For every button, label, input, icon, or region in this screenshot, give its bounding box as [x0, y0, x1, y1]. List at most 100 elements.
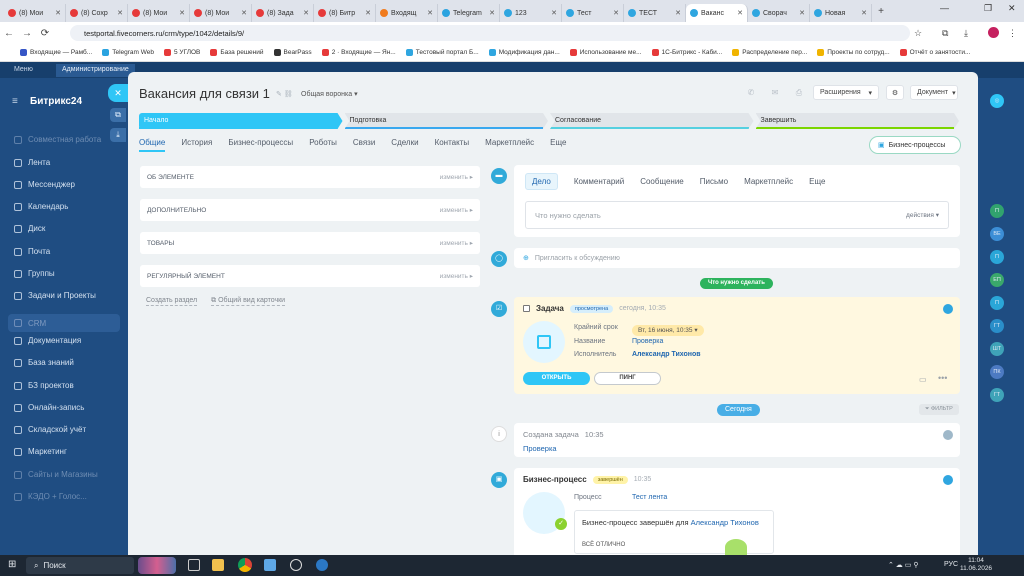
task-name-link[interactable]: Проверка [632, 338, 663, 345]
edit-title-icon[interactable]: ✎ ⛓ [276, 90, 293, 98]
bookmark-item[interactable]: Тестовый портал Б... [405, 49, 479, 56]
collapse-slider-icon[interactable]: ⤓ [110, 128, 126, 142]
funnel-selector[interactable]: Общая воронка ▾ [301, 90, 358, 98]
sidebar-item[interactable]: Диск [14, 224, 45, 233]
composer-tab[interactable]: Еще [809, 177, 825, 186]
user-avatar[interactable]: ПК [990, 365, 1004, 379]
created-task-link[interactable]: Проверка [523, 444, 557, 453]
bp-process-link[interactable]: Тест лента [632, 494, 667, 501]
section-edit-link[interactable]: изменить ▸ [440, 239, 473, 247]
section-edit-link[interactable]: изменить ▸ [440, 272, 473, 280]
filter-button[interactable]: ⏷ ФИЛЬТР [919, 404, 959, 415]
note-icon[interactable]: ▭ [919, 375, 927, 384]
tab-close-icon[interactable]: ✕ [861, 9, 867, 17]
sidebar-item[interactable]: CRM [8, 314, 120, 332]
user-avatar[interactable]: П [990, 250, 1004, 264]
bookmark-item[interactable]: Модификация дан... [488, 49, 560, 56]
browser-tab[interactable]: (8) Мои ✕ [128, 4, 190, 22]
deadline-value[interactable]: Вт, 16 июня, 10:35 ▾ [632, 325, 704, 336]
taskbar-search[interactable]: ⌕ Поиск [26, 557, 134, 574]
assignee-link[interactable]: Александр Тихонов [632, 351, 701, 358]
user-avatar[interactable]: П [990, 204, 1004, 218]
ping-button[interactable]: ПИНГ [594, 372, 661, 385]
browser-tab[interactable]: Новая ✕ [810, 4, 872, 22]
actions-dropdown[interactable]: действия ▾ [906, 211, 939, 219]
tab-close-icon[interactable]: ✕ [117, 9, 123, 17]
search-highlight-image[interactable] [138, 557, 176, 574]
notes-app-icon[interactable] [264, 559, 276, 571]
sidebar-item[interactable]: Группы [14, 269, 55, 278]
composer-tab[interactable]: Маркетплейс [744, 177, 793, 186]
download-icon[interactable]: ⤓ [964, 28, 968, 39]
sidebar-item[interactable]: БЗ проектов [14, 381, 74, 390]
card-tab[interactable]: Еще [550, 138, 566, 152]
notifications-icon[interactable]: ◎ [990, 94, 1004, 108]
bookmark-item[interactable]: 2 · Входящие — Ян... [321, 49, 396, 56]
burger-menu-icon[interactable]: ≡ [12, 96, 18, 107]
stage-3[interactable]: Согласование [550, 113, 754, 129]
browser-tab[interactable]: (8) Битр ✕ [314, 4, 376, 22]
tab-close-icon[interactable]: ✕ [799, 9, 805, 17]
chrome-icon[interactable] [238, 558, 252, 572]
bookmark-item[interactable]: Входящие — Рамб... [20, 49, 92, 56]
portal-logo[interactable]: Битрикс24 [30, 96, 82, 107]
language-indicator[interactable]: РУС [944, 561, 958, 568]
tab-close-icon[interactable]: ✕ [365, 9, 371, 17]
admin-tab[interactable]: Администрирование [56, 64, 135, 77]
sidebar-item[interactable]: Совместная работа [14, 135, 101, 144]
windows-start-icon[interactable]: ⊞ [8, 559, 16, 570]
sidebar-item[interactable]: Почта [14, 247, 50, 256]
card-tab[interactable]: Контакты [435, 138, 470, 152]
close-window-icon[interactable]: ✕ [1008, 3, 1016, 14]
bookmark-item[interactable]: Telegram Web [102, 49, 154, 56]
browser-tab[interactable]: (8) Сохр ✕ [66, 4, 128, 22]
composer-tab[interactable]: Комментарий [574, 177, 624, 186]
new-tab-icon[interactable]: + [874, 6, 888, 17]
file-explorer-icon[interactable] [212, 559, 224, 571]
system-clock[interactable]: 11:04 11.06.2026 [960, 557, 992, 573]
copy-link-icon[interactable]: ⧉ [110, 108, 126, 122]
sidebar-item[interactable]: Календарь [14, 202, 68, 211]
browser-menu-icon[interactable]: ⋮ [1008, 28, 1017, 39]
card-tab[interactable]: Маркетплейс [485, 138, 534, 152]
section-edit-link[interactable]: изменить ▸ [440, 206, 473, 214]
open-task-button[interactable]: ОТКРЫТЬ [523, 372, 590, 385]
url-field[interactable]: testportal.fivecorners.ru/crm/type/1042/… [70, 25, 910, 41]
sidebar-item[interactable]: Онлайн-запись [14, 403, 84, 412]
bookmark-star-icon[interactable]: ☆ [914, 28, 922, 39]
card-tab[interactable]: Связи [353, 138, 375, 152]
more-icon[interactable]: ••• [938, 373, 947, 383]
forward-icon[interactable]: → [18, 28, 36, 39]
sidebar-item[interactable]: Документация [14, 336, 81, 345]
sidebar-item[interactable]: Мессенджер [14, 180, 75, 189]
sidebar-item[interactable]: Сайты и Магазины [14, 470, 98, 479]
browser-tab[interactable]: Telegram ✕ [438, 4, 500, 22]
tab-close-icon[interactable]: ✕ [489, 9, 495, 17]
tab-close-icon[interactable]: ✕ [613, 9, 619, 17]
stage-4[interactable]: Завершить [756, 113, 960, 129]
business-process-button[interactable]: ▣ Бизнес-процессы [869, 136, 961, 154]
bookmark-item[interactable]: Использование ме... [569, 49, 642, 56]
browser-tab[interactable]: 123 ✕ [500, 4, 562, 22]
browser-tab[interactable]: Тест ✕ [562, 4, 624, 22]
clock-app-icon[interactable] [290, 559, 302, 571]
browser-tab[interactable]: ТЕСТ ✕ [624, 4, 686, 22]
tab-close-icon[interactable]: ✕ [241, 9, 247, 17]
browser-tab[interactable]: (8) Мои ✕ [190, 4, 252, 22]
composer-tab[interactable]: Дело [525, 173, 558, 190]
user-avatar[interactable]: ШТ [990, 342, 1004, 356]
tab-close-icon[interactable]: ✕ [737, 9, 743, 17]
user-avatar[interactable]: ГТ [990, 388, 1004, 402]
extensions-icon[interactable]: ⧉ [942, 28, 948, 39]
browser-tab[interactable]: Входящ ✕ [376, 4, 438, 22]
settings-button[interactable]: ⚙ [886, 85, 904, 100]
bookmark-item[interactable]: Отчёт о занятости... [899, 49, 970, 56]
invite-field[interactable]: ⊕ Пригласить к обсуждению [514, 248, 960, 268]
composer-tab[interactable]: Сообщение [640, 177, 684, 186]
user-avatar[interactable]: ЕП [990, 273, 1004, 287]
tab-close-icon[interactable]: ✕ [675, 9, 681, 17]
task-view-icon[interactable] [188, 559, 200, 571]
browser-tab[interactable]: Сворач ✕ [748, 4, 810, 22]
bookmark-item[interactable]: BearPass [273, 49, 312, 56]
section-edit-link[interactable]: изменить ▸ [440, 173, 473, 181]
